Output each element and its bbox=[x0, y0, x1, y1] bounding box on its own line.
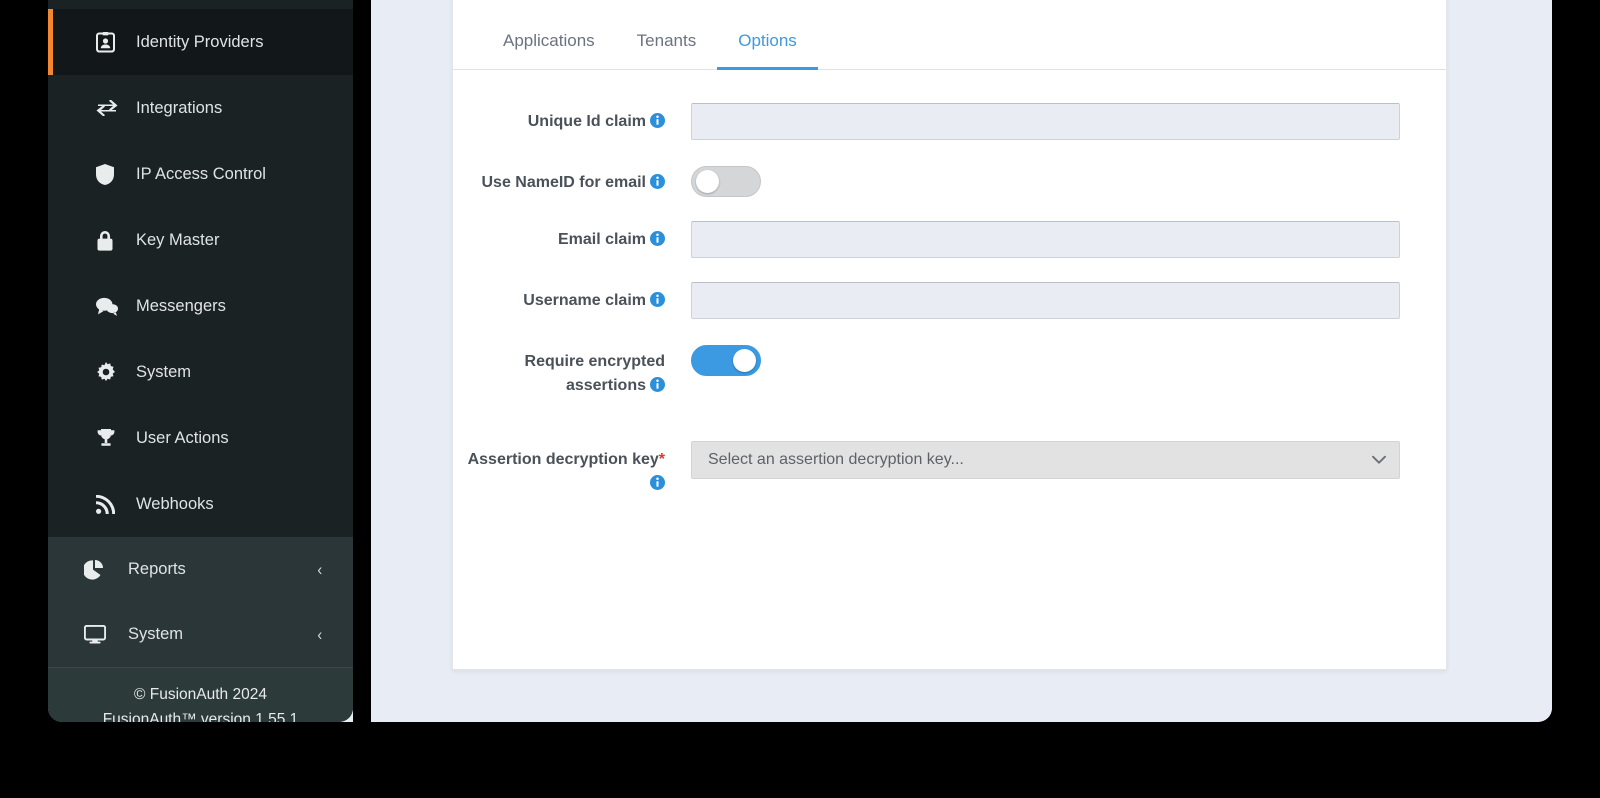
sidebar-item-system[interactable]: System ‹ bbox=[48, 602, 353, 667]
shield-icon bbox=[96, 163, 126, 185]
desktop-icon bbox=[84, 625, 114, 644]
use-nameid-for-email-toggle[interactable] bbox=[691, 166, 761, 197]
form-row-require-encrypted-assertions: Require encrypted assertions bbox=[453, 343, 1446, 399]
toggle-knob bbox=[733, 349, 756, 372]
label-use-nameid-for-email: Use NameID for email bbox=[453, 164, 691, 195]
lock-icon bbox=[96, 230, 126, 251]
sidebar-item-label: Integrations bbox=[136, 98, 223, 117]
label-unique-id-claim: Unique Id claim bbox=[453, 103, 691, 134]
info-icon[interactable] bbox=[650, 113, 665, 128]
toggle-knob bbox=[696, 170, 719, 193]
form-spacer bbox=[453, 423, 1446, 441]
assertion-decryption-key-select[interactable]: Select an assertion decryption key... bbox=[691, 440, 1400, 479]
form-row-assertion-decryption-key: Assertion decryption key* Select an asse… bbox=[453, 440, 1446, 497]
label-assertion-decryption-key: Assertion decryption key* bbox=[453, 441, 691, 497]
chevron-left-icon: ‹ bbox=[317, 625, 323, 644]
pie-chart-icon bbox=[84, 559, 114, 580]
footer-version: FusionAuth™ version 1.55.1 bbox=[102, 711, 299, 722]
gear-icon bbox=[96, 362, 126, 382]
sidebar-item-user-actions[interactable]: User Actions bbox=[48, 405, 353, 471]
tab-bar: Applications Tenants Options bbox=[453, 0, 1446, 70]
username-claim-input[interactable] bbox=[691, 282, 1400, 319]
info-icon[interactable] bbox=[650, 377, 665, 393]
tab-options[interactable]: Options bbox=[717, 31, 818, 70]
sidebar-secondary-group: Reports ‹ System ‹ bbox=[48, 537, 353, 667]
label-text: Unique Id claim bbox=[527, 113, 646, 130]
form-row-use-nameid-for-email: Use NameID for email bbox=[453, 164, 1446, 197]
footer-copyright: © FusionAuth 2024 bbox=[134, 686, 267, 703]
sidebar-item-system-settings[interactable]: System bbox=[48, 339, 353, 405]
rss-icon bbox=[96, 494, 126, 514]
sidebar-footer: © FusionAuth 2024 FusionAuth™ version 1.… bbox=[48, 667, 353, 722]
sidebar-item-label: Identity Providers bbox=[136, 32, 264, 51]
sidebar-item-label: System bbox=[128, 625, 184, 643]
sidebar-item-reports[interactable]: Reports ‹ bbox=[48, 537, 353, 602]
control-unique-id-claim bbox=[691, 103, 1446, 140]
control-username-claim bbox=[691, 282, 1446, 319]
sidebar-item-label: IP Access Control bbox=[136, 164, 266, 183]
trophy-icon bbox=[96, 428, 126, 448]
tab-tenants[interactable]: Tenants bbox=[616, 31, 718, 69]
exchange-icon bbox=[96, 100, 126, 116]
sidebar: Identity Providers Integrations IP Acces… bbox=[48, 0, 353, 722]
control-require-encrypted-assertions bbox=[691, 343, 1446, 376]
sidebar-item-webhooks[interactable]: Webhooks bbox=[48, 471, 353, 537]
sidebar-item-label: User Actions bbox=[136, 428, 229, 447]
info-icon[interactable] bbox=[650, 231, 665, 246]
sidebar-primary-group: Identity Providers Integrations IP Acces… bbox=[48, 0, 353, 537]
sidebar-item-label: System bbox=[136, 362, 192, 381]
tab-applications[interactable]: Applications bbox=[482, 31, 616, 69]
sidebar-item-label: Messengers bbox=[136, 296, 226, 315]
chevron-left-icon: ‹ bbox=[317, 560, 323, 579]
sidebar-item-messengers[interactable]: Messengers bbox=[48, 273, 353, 339]
info-icon[interactable] bbox=[650, 475, 665, 491]
sidebar-item-identity-providers[interactable]: Identity Providers bbox=[48, 9, 353, 75]
control-email-claim bbox=[691, 221, 1446, 258]
control-use-nameid-for-email bbox=[691, 164, 1446, 197]
options-panel: Applications Tenants Options Unique Id c… bbox=[452, 0, 1447, 670]
sidebar-item-label: Reports bbox=[128, 560, 186, 578]
label-email-claim: Email claim bbox=[453, 221, 691, 252]
label-text: Assertion decryption key bbox=[467, 450, 659, 468]
form-row-username-claim: Username claim bbox=[453, 282, 1446, 319]
assertion-decryption-key-select-wrap: Select an assertion decryption key... bbox=[691, 440, 1400, 479]
app-shell: Identity Providers Integrations IP Acces… bbox=[48, 0, 1552, 722]
content-area: Applications Tenants Options Unique Id c… bbox=[371, 0, 1552, 722]
email-claim-input[interactable] bbox=[691, 221, 1400, 258]
label-text: Use NameID for email bbox=[481, 174, 646, 191]
comments-icon bbox=[96, 297, 126, 316]
require-encrypted-assertions-toggle[interactable] bbox=[691, 345, 761, 376]
sidebar-item-integrations[interactable]: Integrations bbox=[48, 75, 353, 141]
sidebar-item-label: Webhooks bbox=[136, 494, 214, 513]
label-text: Email claim bbox=[557, 231, 646, 248]
label-username-claim: Username claim bbox=[453, 282, 691, 313]
required-marker: * bbox=[658, 450, 665, 468]
id-card-icon bbox=[96, 31, 126, 53]
label-text: Username claim bbox=[523, 292, 646, 309]
form-row-unique-id-claim: Unique Id claim bbox=[453, 103, 1446, 140]
label-text: Require encrypted assertions bbox=[524, 353, 665, 395]
sidebar-item-label: Key Master bbox=[136, 230, 220, 249]
info-icon[interactable] bbox=[650, 174, 665, 189]
sidebar-item-ip-access-control[interactable]: IP Access Control bbox=[48, 141, 353, 207]
form-row-email-claim: Email claim bbox=[453, 221, 1446, 258]
info-icon[interactable] bbox=[650, 292, 665, 307]
sidebar-item-key-master[interactable]: Key Master bbox=[48, 207, 353, 273]
sidebar-content-gutter bbox=[353, 0, 371, 722]
unique-id-claim-input[interactable] bbox=[691, 103, 1400, 140]
label-require-encrypted-assertions: Require encrypted assertions bbox=[453, 343, 691, 399]
options-form: Unique Id claim Use NameID for email Ema… bbox=[453, 70, 1446, 497]
control-assertion-decryption-key: Select an assertion decryption key... bbox=[691, 440, 1446, 479]
